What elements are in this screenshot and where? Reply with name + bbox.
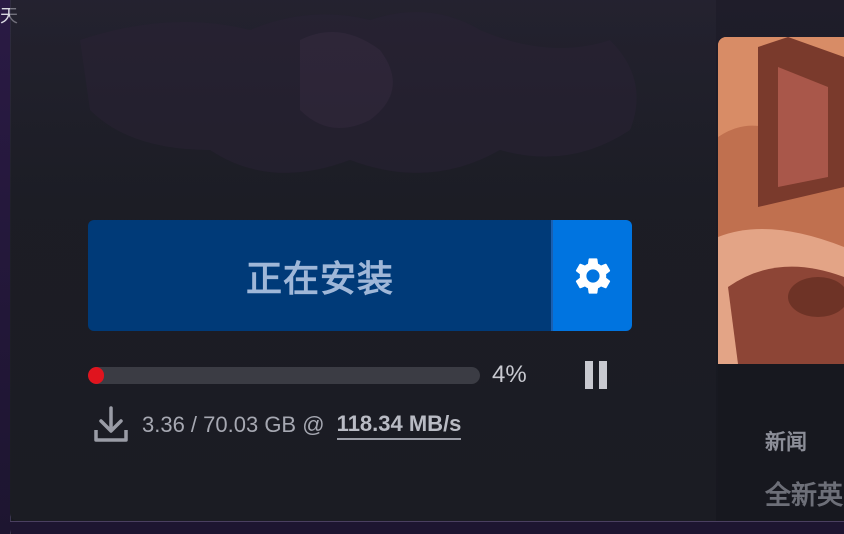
pause-icon <box>585 361 607 389</box>
hero-artwork <box>80 12 637 173</box>
news-label: 新闻 <box>765 430 807 454</box>
progress-fill <box>88 367 104 384</box>
install-button[interactable]: 正在安装 <box>88 220 552 331</box>
install-settings-button[interactable] <box>553 220 632 331</box>
launcher-window: 天 正在安装 4% 3.36 / 70.03 GB @ 118.34 MB/s <box>0 0 844 534</box>
download-speed: 118.34 MB/s <box>336 411 462 440</box>
install-button-label: 正在安装 <box>245 258 394 300</box>
progress-percent: 4% <box>492 361 527 388</box>
news-title[interactable]: 全新英 <box>765 475 843 512</box>
download-status: 3.36 / 70.03 GB @ 118.34 MB/s <box>94 405 462 445</box>
news-thumbnail <box>718 37 844 364</box>
news-card[interactable]: 新闻 全新英 <box>718 37 844 534</box>
download-size: 3.36 / 70.03 GB @ <box>142 412 331 437</box>
bottom-edge <box>10 521 844 534</box>
download-icon <box>94 406 128 442</box>
install-progress-bar <box>88 367 480 384</box>
pause-button[interactable] <box>580 358 612 392</box>
gear-icon <box>575 257 610 294</box>
